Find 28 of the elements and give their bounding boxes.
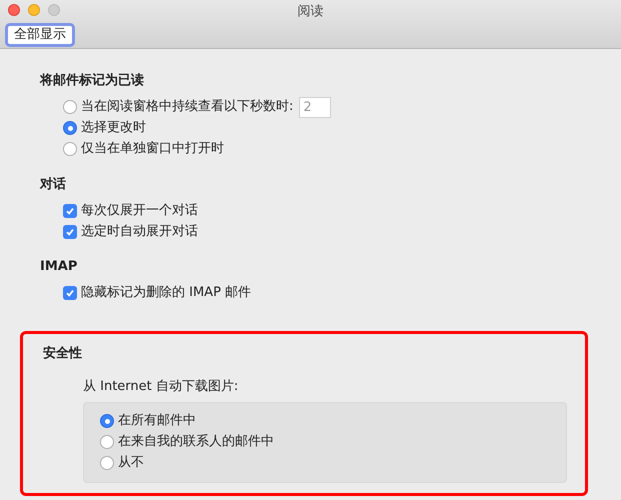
radio-button[interactable] <box>100 435 114 449</box>
radio-button[interactable] <box>100 414 114 428</box>
checkbox[interactable] <box>63 224 77 238</box>
option-label: 选择更改时 <box>81 119 146 138</box>
option-label: 选定时自动展开对话 <box>81 222 198 241</box>
checkbox[interactable] <box>63 204 77 218</box>
option-label: 在来自我的联系人的邮件中 <box>118 433 274 452</box>
section-heading: 安全性 <box>43 344 82 362</box>
checkbox[interactable] <box>63 286 77 300</box>
option-label: 当在阅读窗格中持续查看以下秒数时: <box>81 98 294 116</box>
option-label: 仅当在单独窗口中打开时 <box>81 140 224 158</box>
option-label: 从 Internet 自动下载图片: <box>83 378 238 396</box>
close-icon[interactable] <box>8 4 20 16</box>
section-heading: 将邮件标记为已读 <box>40 72 144 90</box>
show-all-button[interactable]: 全部显示 <box>5 23 75 47</box>
radio-button[interactable] <box>100 456 114 470</box>
radio-button[interactable] <box>63 100 77 114</box>
radio-button[interactable] <box>63 121 77 135</box>
option-label: 在所有邮件中 <box>118 412 196 430</box>
option-label: 隐藏标记为删除的 IMAP 邮件 <box>81 284 252 302</box>
option-label: 每次仅展开一个对话 <box>81 202 198 220</box>
section-heading: 对话 <box>40 176 66 194</box>
option-label: 从不 <box>118 454 144 472</box>
radio-button[interactable] <box>63 142 77 156</box>
zoom-icon <box>48 4 60 16</box>
minimize-icon[interactable] <box>28 4 40 16</box>
window-title: 阅读 <box>296 3 324 21</box>
section-heading: IMAP <box>40 258 78 276</box>
